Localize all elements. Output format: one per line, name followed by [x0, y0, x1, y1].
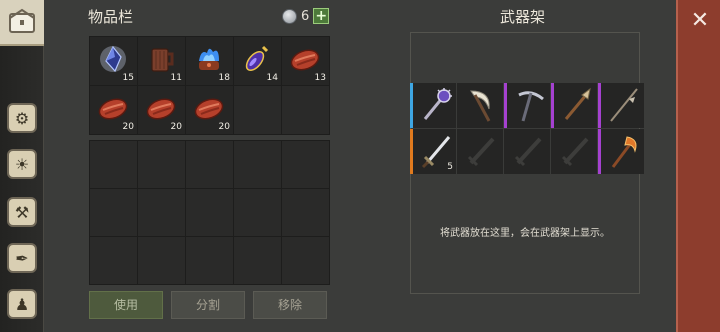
- scythe-icon: [470, 90, 491, 122]
- item-count: 14: [266, 73, 278, 83]
- inventory-slot[interactable]: [234, 189, 281, 236]
- inventory-slot[interactable]: [138, 189, 185, 236]
- inventory-slot[interactable]: [90, 189, 137, 236]
- inventory-slot[interactable]: [234, 86, 281, 134]
- inventory-title: 物品栏: [88, 8, 134, 26]
- rack-slot[interactable]: [598, 129, 644, 174]
- rack-slot[interactable]: [504, 129, 550, 174]
- inventory-slot[interactable]: [138, 141, 185, 188]
- scroll-icon: ✒: [7, 243, 37, 273]
- currency-count: 6: [301, 8, 310, 24]
- inventory-slot[interactable]: 20: [90, 86, 137, 134]
- rack-slot[interactable]: [504, 83, 550, 128]
- remove-button[interactable]: 移除: [253, 291, 327, 319]
- weapon-rack-grid: 5: [410, 83, 644, 174]
- rack-slot[interactable]: [551, 83, 597, 128]
- nav-character[interactable]: ♟: [0, 282, 44, 326]
- crystal-gem-icon: [100, 45, 126, 73]
- inventory-slot[interactable]: [282, 141, 329, 188]
- sword-placeholder-icon: [514, 137, 542, 167]
- flaming-axe-icon: [611, 136, 637, 168]
- item-count: 5: [447, 162, 453, 172]
- nav-skills[interactable]: ⚙: [0, 96, 44, 140]
- rack-slot[interactable]: 5: [410, 129, 456, 174]
- close-label: 关闭: [718, 280, 720, 306]
- rack-slot[interactable]: [457, 83, 503, 128]
- left-nav: ⚙ ☀ ⚒ ✒ ♟: [0, 0, 44, 332]
- inventory-grid: 15 11 18 14 13 20 20 20: [89, 36, 330, 135]
- inventory-slot[interactable]: [234, 237, 281, 284]
- inventory-slot[interactable]: [282, 237, 329, 284]
- inventory-slot[interactable]: 15: [90, 37, 137, 85]
- inventory-slot[interactable]: [186, 189, 233, 236]
- chest-icon: [9, 8, 35, 33]
- map-icon: ⚒: [7, 197, 37, 227]
- inventory-grid-lower: [89, 140, 330, 285]
- halberd-icon: [610, 88, 638, 122]
- add-currency-button[interactable]: +: [313, 8, 330, 24]
- nav-build[interactable]: ⚒: [0, 190, 44, 234]
- rack-slot[interactable]: [410, 83, 456, 128]
- rack-slot[interactable]: [598, 83, 644, 128]
- nav-journal[interactable]: ☀: [0, 142, 44, 186]
- item-count: 18: [218, 73, 230, 83]
- weapon-rack-title: 武器架: [500, 8, 546, 26]
- inventory-slot[interactable]: [282, 189, 329, 236]
- inventory-slot[interactable]: 20: [138, 86, 185, 134]
- wooden-mug-icon: [151, 48, 174, 72]
- inventory-slot[interactable]: 13: [282, 37, 329, 85]
- inventory-slot[interactable]: [90, 237, 137, 284]
- inventory-slot[interactable]: [186, 141, 233, 188]
- inventory-slot[interactable]: [186, 237, 233, 284]
- figure-icon: ♟: [7, 289, 37, 319]
- sword-placeholder-icon: [467, 137, 495, 167]
- inventory-slot[interactable]: [234, 141, 281, 188]
- rack-slot[interactable]: [457, 129, 503, 174]
- item-count: 11: [170, 73, 182, 83]
- inventory-slot[interactable]: 20: [186, 86, 233, 134]
- raw-meat-icon: [290, 49, 320, 71]
- inventory-slot[interactable]: 11: [138, 37, 185, 85]
- use-button[interactable]: 使用: [89, 291, 163, 319]
- sword-placeholder-icon: [561, 137, 589, 167]
- item-count: 20: [122, 122, 134, 132]
- inventory-slot[interactable]: [282, 86, 329, 134]
- inventory-slot[interactable]: 18: [186, 37, 233, 85]
- nav-scroll[interactable]: ✒: [0, 236, 44, 280]
- potion-vial-icon: [245, 45, 269, 72]
- split-button[interactable]: 分割: [171, 291, 245, 319]
- close-panel[interactable]: ✕ 关闭: [676, 0, 720, 332]
- inventory-slot[interactable]: 14: [234, 37, 281, 85]
- inventory-slot[interactable]: [138, 237, 185, 284]
- chest-tab[interactable]: [0, 0, 44, 46]
- rack-slot[interactable]: [551, 129, 597, 174]
- item-count: 15: [122, 73, 134, 83]
- book-icon: ☀: [7, 149, 37, 179]
- raw-meat-icon: [194, 98, 224, 120]
- blue-flame-cake-icon: [199, 48, 219, 70]
- item-count: 20: [170, 122, 182, 132]
- skills-icon: ⚙: [7, 103, 37, 133]
- item-count: 13: [314, 73, 326, 83]
- inventory-slot[interactable]: [90, 141, 137, 188]
- spiked-mace-icon: [423, 88, 452, 120]
- weapon-rack-hint: 将武器放在这里，会在武器架上显示。: [440, 228, 610, 239]
- silver-coin-icon: [282, 8, 297, 24]
- currency-display: 6 +: [282, 8, 330, 24]
- item-count: 20: [218, 122, 230, 132]
- spear-icon: [564, 87, 591, 120]
- raw-meat-icon: [146, 98, 176, 120]
- raw-meat-icon: [98, 98, 128, 120]
- pickaxe-icon: [518, 91, 544, 122]
- close-icon[interactable]: ✕: [678, 8, 720, 33]
